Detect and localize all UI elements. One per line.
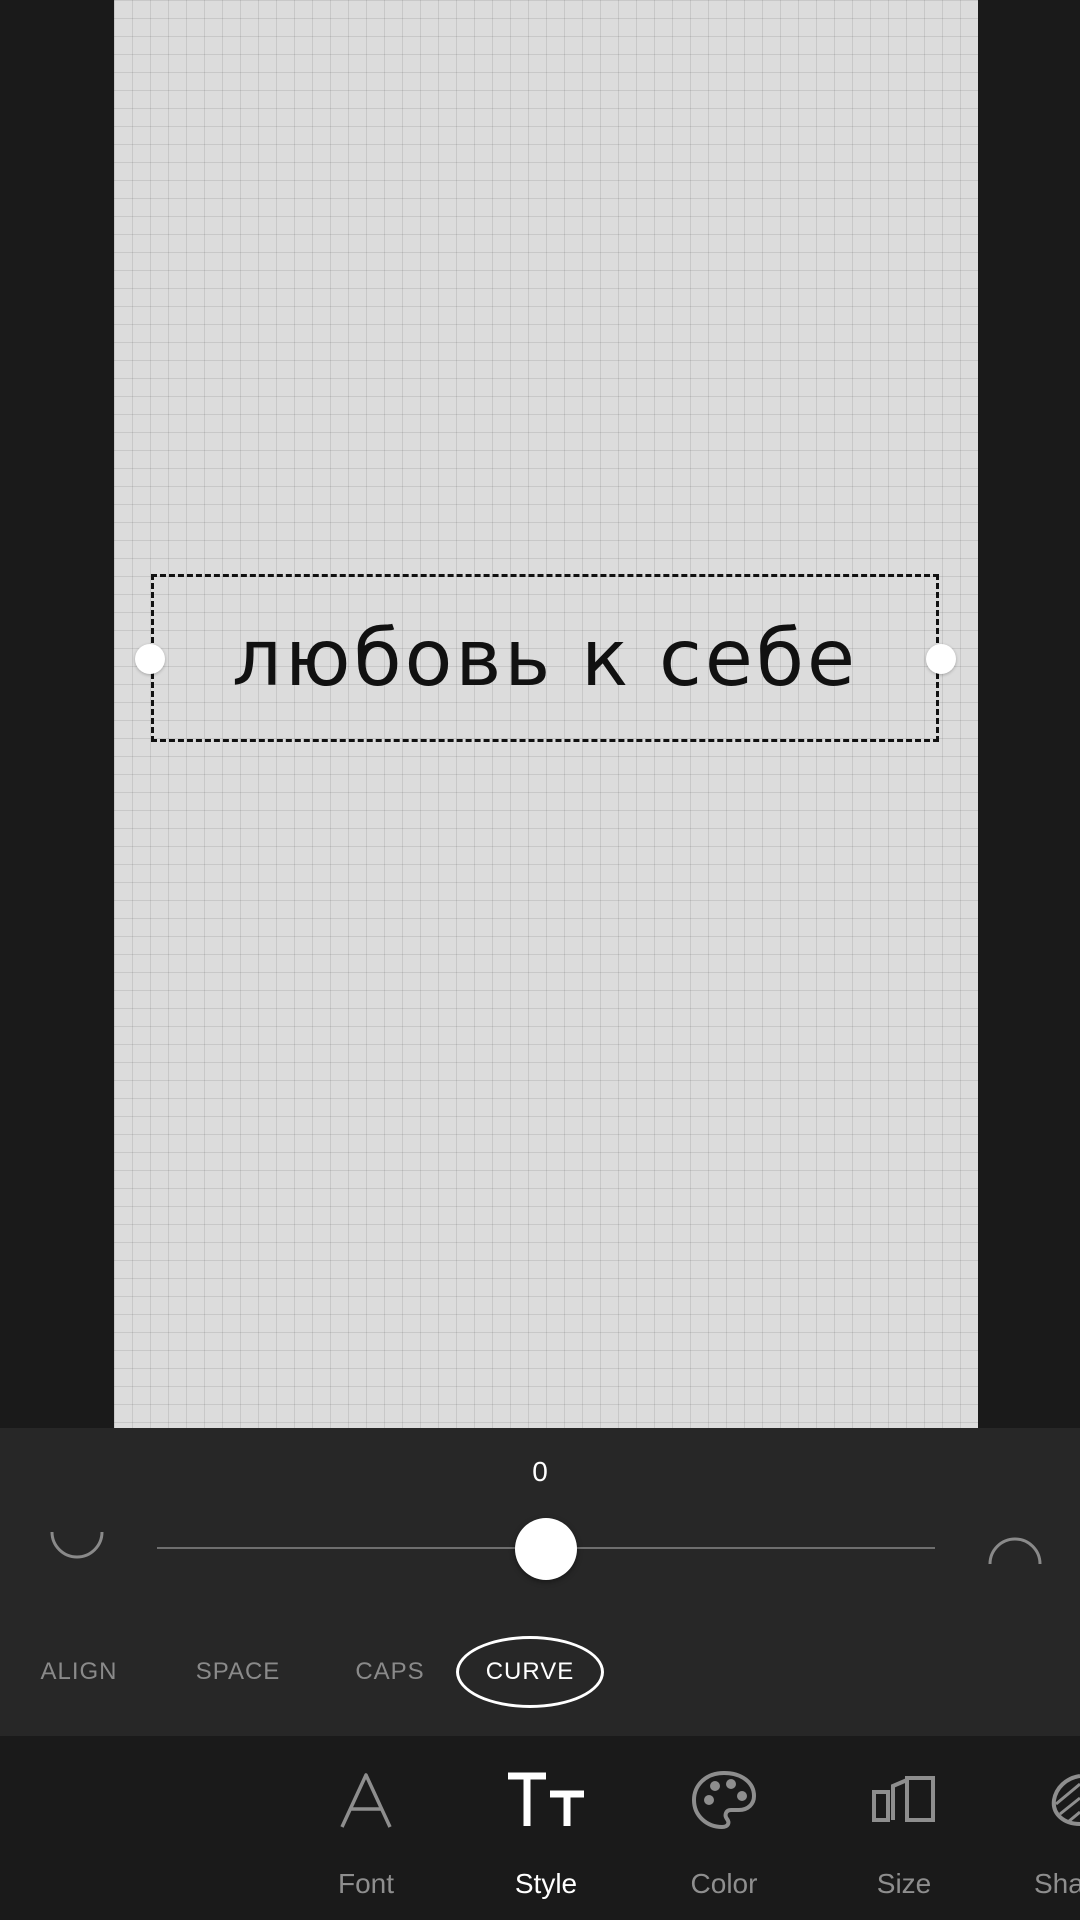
text-layer-box[interactable]: любовь к себе [151, 574, 939, 742]
curve-value: 0 [532, 1456, 548, 1487]
shape-icon [1012, 1768, 1080, 1832]
text-layer-content[interactable]: любовь к себе [232, 620, 858, 698]
toolbar-size-label: Size [876, 1868, 932, 1899]
resize-handle-right[interactable] [926, 644, 956, 674]
toolbar-color-button[interactable]: Color [654, 1768, 794, 1900]
curve-slider-thumb[interactable] [515, 1518, 577, 1580]
tab-caps[interactable]: CAPS [340, 1654, 440, 1690]
tab-curve[interactable]: CURVE [456, 1636, 604, 1708]
toolbar-color-label: Color [690, 1868, 758, 1899]
toolbar-style-button[interactable]: Style [476, 1768, 616, 1900]
toolbar-shape-label: Sha [1034, 1868, 1080, 1899]
style-icon [476, 1768, 616, 1832]
toolbar-font-button[interactable]: Font [296, 1768, 436, 1900]
font-icon [296, 1768, 436, 1832]
curve-up-icon [986, 1534, 1044, 1571]
toolbar-font-label: Font [337, 1868, 395, 1899]
toolbar-style-label: Style [514, 1868, 578, 1899]
toolbar-shape-button[interactable]: Sha [1012, 1768, 1080, 1900]
curve-down-icon [48, 1528, 106, 1569]
tab-space[interactable]: SPACE [180, 1654, 296, 1690]
tab-align[interactable]: ALIGN [22, 1654, 136, 1690]
size-icon [834, 1768, 974, 1832]
palette-icon [654, 1768, 794, 1832]
resize-handle-left[interactable] [135, 644, 165, 674]
toolbar-size-button[interactable]: Size [834, 1768, 974, 1900]
